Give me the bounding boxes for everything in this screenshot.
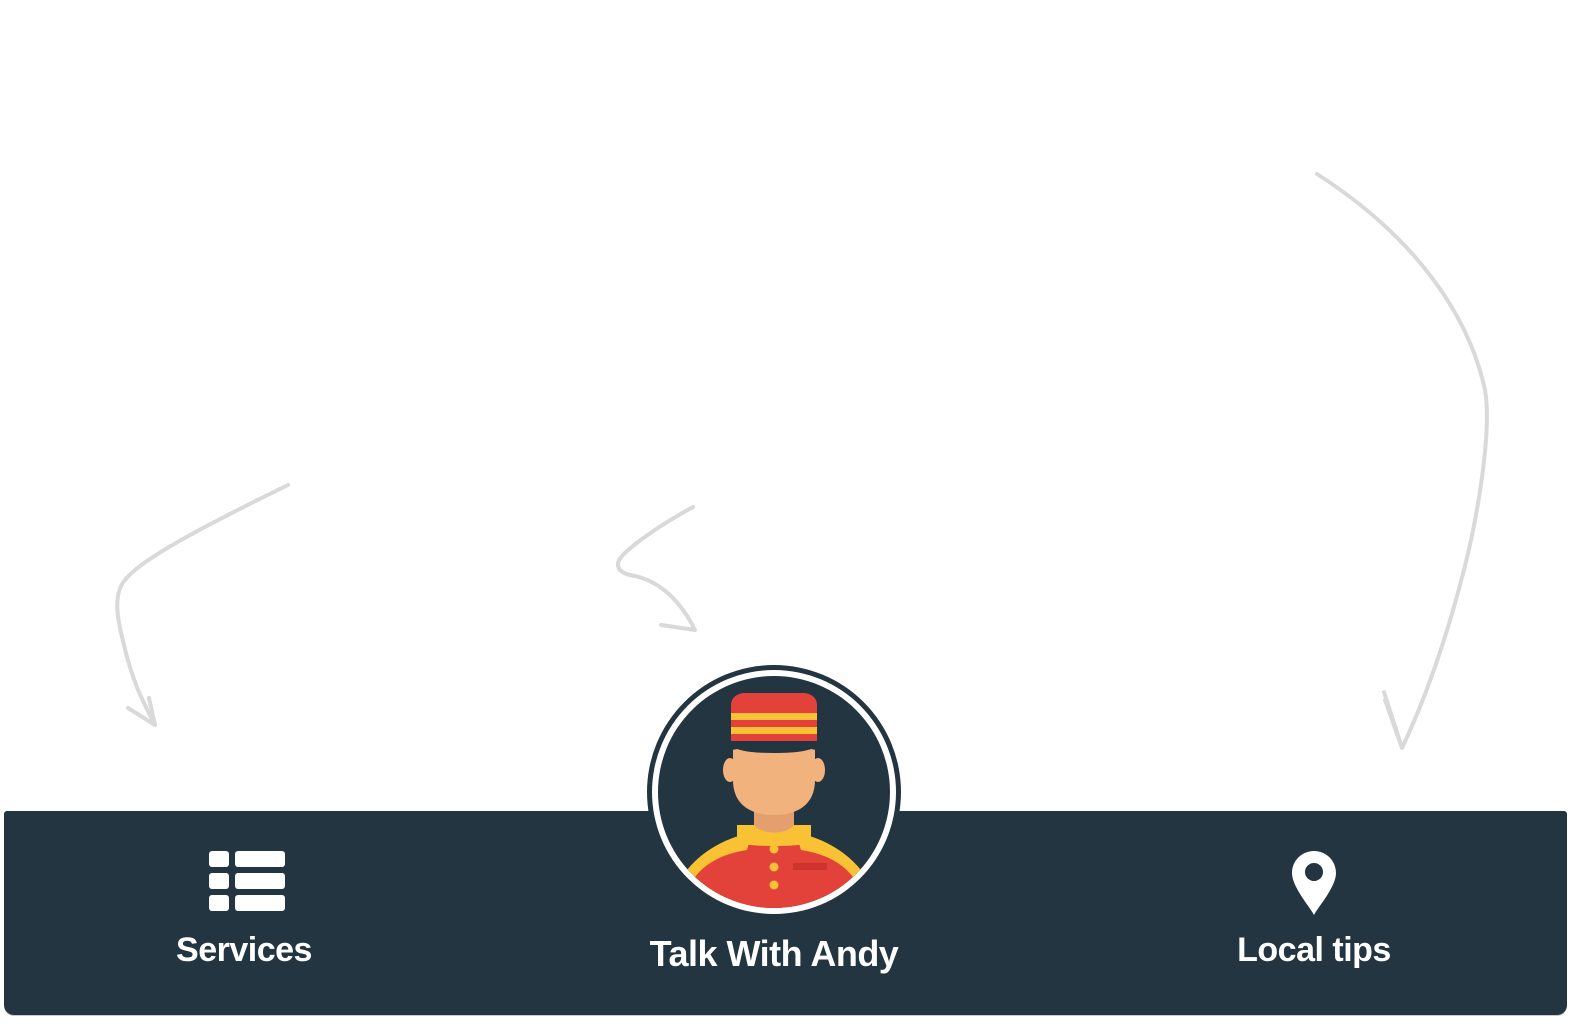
tab-services[interactable]: Services: [44, 811, 444, 1015]
tab-services-label: Services: [176, 931, 312, 969]
map-pin-icon: [1292, 851, 1336, 915]
arrow-to-local-tips: [1315, 172, 1489, 750]
arrow-to-talk: [615, 505, 697, 632]
tab-local-tips-label: Local tips: [1237, 931, 1391, 969]
arrow-to-services: [115, 483, 290, 727]
tab-local-tips[interactable]: Local tips: [1114, 811, 1514, 1015]
tab-talk-with-andy[interactable]: Talk With Andy: [548, 655, 1000, 1015]
tab-talk-with-andy-label: Talk With Andy: [649, 933, 899, 974]
bellhop-avatar: [647, 665, 901, 919]
list-icon: [209, 851, 285, 911]
